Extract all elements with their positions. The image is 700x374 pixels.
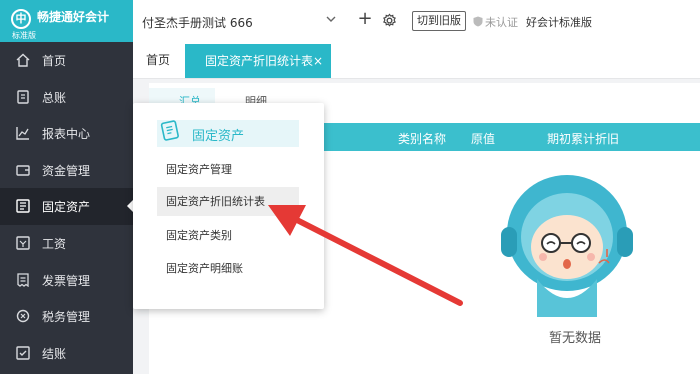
menu-item-asset-management[interactable]: 固定资产管理 [157, 155, 299, 184]
menu-header: 固定资产 [157, 120, 299, 147]
sidebar-item-label: 工资 [42, 236, 67, 251]
tax-icon [16, 309, 30, 323]
sidebar-item-salary[interactable]: 工资 [0, 225, 133, 262]
menu-header-label: 固定资产 [192, 129, 245, 144]
asset-icon [16, 199, 30, 214]
empty-state-mascot-icon [501, 175, 633, 317]
menu-item-asset-categories[interactable]: 固定资产类别 [157, 221, 299, 250]
empty-state-text: 暂无数据 [549, 331, 602, 346]
verify-status[interactable]: 未认证 [473, 14, 518, 30]
menu-item-asset-detail-ledger[interactable]: 固定资产明细账 [157, 254, 299, 283]
checkout-icon [16, 346, 30, 360]
app-logo[interactable]: 中 畅捷通好会计 标准版 [0, 0, 133, 42]
verify-status-label: 未认证 [485, 16, 518, 29]
sidebar-item-label: 固定资产 [42, 200, 91, 215]
sidebar-item-label: 首页 [42, 54, 67, 68]
sidebar-item-checkout[interactable]: 结账 [0, 335, 133, 372]
sidebar-item-reports[interactable]: 报表中心 [0, 115, 133, 152]
company-selector[interactable]: 付圣杰手册测试 666 [142, 14, 253, 31]
ledger-icon [17, 89, 29, 104]
logo-icon: 中 [11, 9, 31, 29]
home-icon [16, 53, 30, 67]
app-edition: 标准版 [12, 31, 36, 40]
sidebar-nav: 首页 总账 报表中心 资金管理 固定资产 工资 发票管理 税务管理 结账 [0, 42, 133, 371]
sidebar-item-fixed-assets[interactable]: 固定资产 [0, 188, 133, 225]
switch-old-version-button[interactable]: 切到旧版 [412, 11, 466, 31]
sidebar: 中 畅捷通好会计 标准版 首页 总账 报表中心 资金管理 固定资产 工资 发票管… [0, 0, 133, 374]
sidebar-item-label: 总账 [42, 90, 67, 105]
column-header-opening-depreciation[interactable]: 期初累计折旧 [547, 130, 619, 147]
menu-item-label: 固定资产明细账 [166, 262, 243, 275]
menu-item-label: 固定资产类别 [166, 229, 232, 242]
fixed-assets-menu: 固定资产 固定资产管理 固定资产折旧统计表 固定资产类别 固定资产明细账 [133, 103, 324, 309]
shield-icon [473, 16, 483, 27]
chevron-down-icon[interactable] [325, 13, 337, 25]
top-bar: 付圣杰手册测试 666 + 切到旧版 未认证 好会计标准版 [133, 0, 700, 43]
menu-item-label: 固定资产管理 [166, 163, 232, 176]
sidebar-item-ledger[interactable]: 总账 [0, 79, 133, 116]
gear-icon[interactable] [382, 13, 397, 28]
app-name: 畅捷通好会计 [37, 10, 110, 24]
version-label: 好会计标准版 [526, 16, 592, 29]
add-button[interactable]: + [355, 10, 375, 30]
tab-depreciation-report[interactable]: 固定资产折旧统计表 × [185, 44, 331, 78]
wallet-icon [16, 165, 30, 176]
sidebar-item-label: 结账 [42, 346, 67, 361]
tab-label: 固定资产折旧统计表 [205, 54, 314, 68]
asset-card-icon [160, 120, 179, 141]
menu-item-depreciation-report[interactable]: 固定资产折旧统计表 [157, 187, 299, 216]
sidebar-item-tax[interactable]: 税务管理 [0, 298, 133, 335]
sidebar-item-label: 税务管理 [42, 310, 91, 325]
sidebar-item-label: 发票管理 [42, 273, 91, 288]
salary-icon [16, 236, 30, 250]
sidebar-item-label: 报表中心 [42, 127, 91, 142]
report-chart-icon [16, 127, 29, 140]
sidebar-item-home[interactable]: 首页 [0, 42, 133, 79]
column-header-category[interactable]: 类别名称 [398, 130, 446, 147]
sidebar-item-funds[interactable]: 资金管理 [0, 152, 133, 189]
close-icon[interactable]: × [313, 44, 323, 78]
tab-home[interactable]: 首页 [133, 42, 183, 78]
sidebar-item-invoices[interactable]: 发票管理 [0, 262, 133, 299]
invoice-icon [17, 272, 29, 287]
tab-bar: 首页 固定资产折旧统计表 × [133, 42, 700, 79]
menu-item-label: 固定资产折旧统计表 [166, 195, 265, 208]
sidebar-item-label: 资金管理 [42, 163, 91, 178]
column-header-original-value[interactable]: 原值 [471, 130, 495, 147]
